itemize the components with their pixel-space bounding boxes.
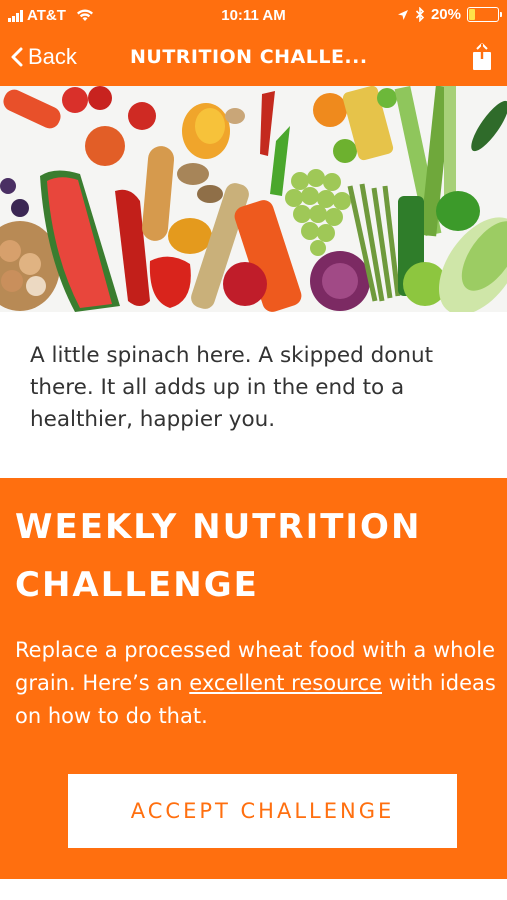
excellent-resource-link[interactable]: excellent resource [189,671,382,695]
location-arrow-icon [397,9,408,20]
hero-illustration [0,86,507,312]
chevron-left-icon [11,47,23,67]
challenge-title: WEEKLY NUTRITION CHALLENGE [15,507,422,605]
battery-percent: 20% [430,6,461,23]
battery-level [469,9,475,20]
produce-assortment-image [0,86,507,312]
challenge-description: Replace a processed wheat food with a wh… [15,634,500,733]
battery-icon [467,7,502,22]
page-title: NUTRITION CHALLE... [130,46,368,68]
intro-section: A little spinach here. A skipped donut t… [0,312,507,478]
back-label: Back [28,44,77,69]
challenge-section: WEEKLY NUTRITION CHALLENGE Replace a pro… [0,478,507,879]
accept-challenge-button[interactable]: ACCEPT CHALLENGE [68,774,457,848]
intro-text: A little spinach here. A skipped donut t… [30,343,434,432]
status-bar: AT&T 10:11 AM 20% [0,0,507,32]
bottom-strip [0,879,507,900]
back-button[interactable]: Back [10,44,77,70]
status-right: 20% [397,6,502,23]
nav-bar: Back NUTRITION CHALLE... [0,32,507,86]
share-icon[interactable] [471,42,493,72]
bluetooth-icon [415,7,425,22]
